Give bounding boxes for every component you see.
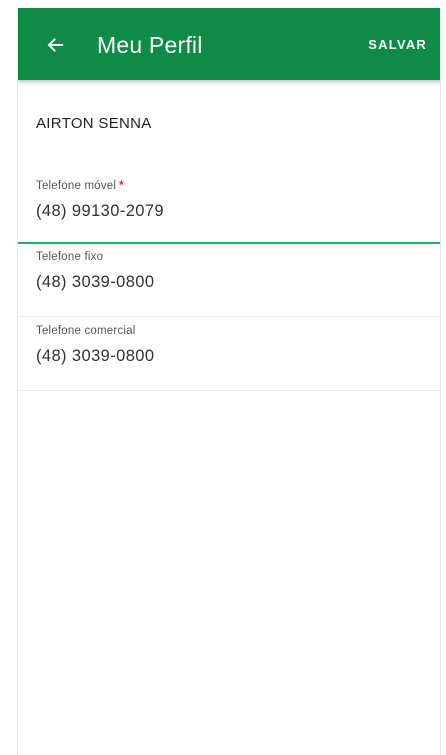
app-bar: Meu Perfil SALVAR [18,8,440,80]
work-phone-label: Telefone comercial [36,325,136,337]
mobile-phone-label: Telefone móvel * [36,180,124,192]
home-phone-field[interactable]: Telefone fixo (48) 3039-0800 [18,243,440,317]
mobile-phone-field[interactable]: Telefone móvel * (48) 99130-2079 [18,170,440,244]
required-marker: * [119,180,124,192]
mobile-phone-input[interactable]: (48) 99130-2079 [36,202,164,221]
home-phone-label: Telefone fixo [36,251,104,263]
page-title: Meu Perfil [97,32,203,58]
mobile-phone-label-text: Telefone móvel [36,180,117,192]
work-phone-field[interactable]: Telefone comercial (48) 3039-0800 [18,317,440,391]
profile-screen: Meu Perfil SALVAR AIRTON SENNA Telefone … [17,8,441,755]
save-button[interactable]: SALVAR [368,36,427,54]
back-button[interactable] [40,30,70,60]
arrow-left-icon [45,35,65,55]
user-name: AIRTON SENNA [36,115,152,132]
home-phone-input[interactable]: (48) 3039-0800 [36,273,154,292]
work-phone-input[interactable]: (48) 3039-0800 [36,347,154,366]
